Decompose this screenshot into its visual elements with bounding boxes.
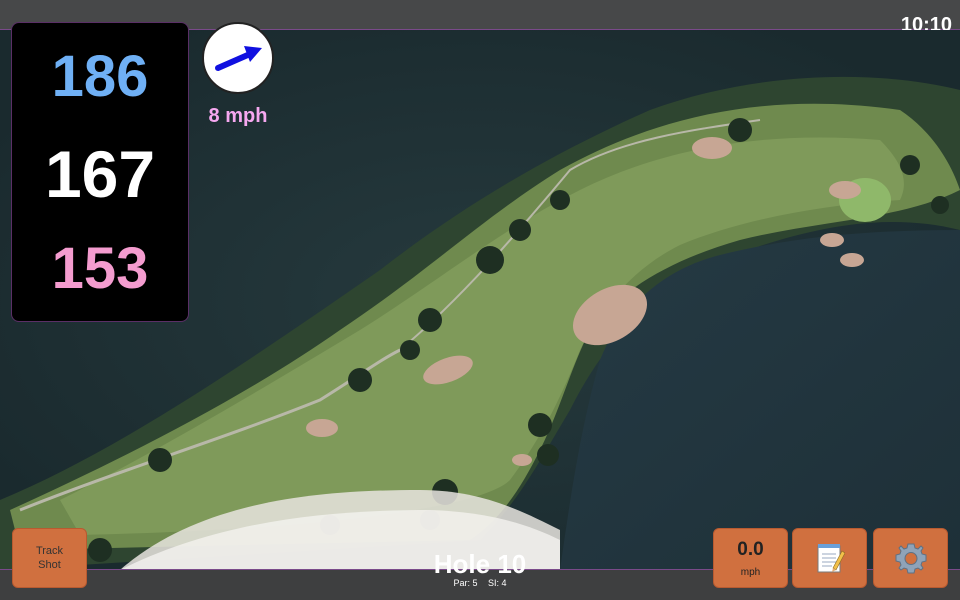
- track-shot-label-line2: Shot: [38, 559, 61, 571]
- middle-distance: 167: [44, 137, 156, 211]
- speed-button[interactable]: 0.0 mph: [713, 528, 788, 588]
- distance-panel: 186 167 153: [11, 22, 189, 322]
- wind-direction-indicator: [202, 22, 274, 94]
- hole-title: Hole 10: [433, 549, 527, 579]
- notes-button[interactable]: [792, 528, 867, 588]
- stroke-index-label: SI: 4: [488, 578, 507, 588]
- front-distance: 153: [51, 236, 149, 301]
- track-shot-button[interactable]: Track Shot: [12, 528, 87, 588]
- wind-speed-label: 8 mph: [208, 105, 268, 127]
- wind-arrow-icon: [215, 46, 262, 71]
- gear-icon: [895, 543, 926, 574]
- par-label: Par: 5: [453, 578, 478, 588]
- track-shot-label-line1: Track: [35, 545, 64, 557]
- settings-button[interactable]: [873, 528, 948, 588]
- hole-info: Par: 5 SI: 4: [380, 578, 580, 588]
- speed-value: 0.0: [737, 539, 764, 560]
- speed-unit: mph: [740, 567, 761, 578]
- notepad-icon: [817, 544, 845, 573]
- back-distance: 186: [51, 44, 149, 109]
